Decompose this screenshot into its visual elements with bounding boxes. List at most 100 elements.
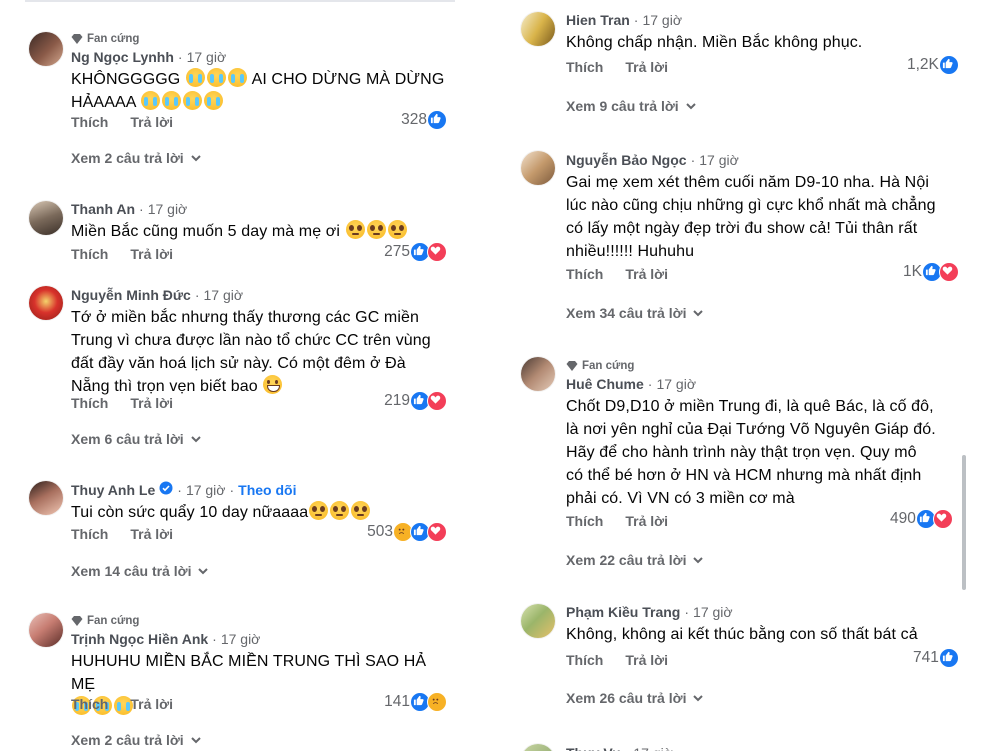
crying-emoji [183, 91, 203, 110]
like-button[interactable]: Thích [71, 696, 108, 712]
like-button[interactable]: Thích [71, 395, 108, 411]
comment-item: Nguyễn Bảo Ngọc · 17 giờ Gai mẹ xem xét … [505, 145, 1000, 335]
comment-time[interactable]: 17 giờ [642, 10, 682, 30]
avatar[interactable] [29, 201, 63, 235]
comment-time[interactable]: 17 giờ [148, 199, 188, 219]
comment-author[interactable]: Thuy Anh Le [71, 480, 155, 500]
love-reaction-icon [427, 522, 447, 542]
pleading-emoji [345, 220, 365, 239]
chevron-down-icon [190, 436, 201, 443]
view-replies-link[interactable]: Xem 2 câu trả lời [71, 732, 202, 748]
comment-author[interactable]: Nguyễn Minh Đức [71, 285, 191, 305]
comment-item: Fan cứng Huê Chume · 17 giờ Chốt D9,D10 … [505, 352, 1000, 577]
reaction-summary[interactable]: 275 [384, 242, 447, 262]
love-reaction-icon [427, 242, 447, 262]
comment-time[interactable]: 17 giờ [656, 374, 696, 394]
comment-author[interactable]: Huê Chume [566, 374, 644, 394]
sad-reaction-icon [427, 692, 447, 712]
view-replies-link[interactable]: Xem 9 câu trả lời [566, 98, 697, 114]
diamond-icon [566, 361, 578, 371]
grinning-sweat-emoji [263, 375, 283, 394]
pleading-emoji [351, 501, 371, 520]
reaction-summary[interactable]: 141 [384, 692, 447, 712]
like-reaction-icon [938, 648, 959, 668]
avatar[interactable] [521, 744, 555, 751]
comment-time[interactable]: 17 giờ [186, 480, 226, 500]
view-replies-link[interactable]: Xem 26 câu trả lời [566, 690, 704, 706]
reply-button[interactable]: Trả lời [625, 652, 668, 668]
comment-time[interactable]: 17 giờ [203, 285, 243, 305]
reply-button[interactable]: Trả lời [625, 266, 668, 282]
like-button[interactable]: Thích [566, 513, 603, 529]
view-replies-link[interactable]: Xem 6 câu trả lời [71, 431, 202, 447]
crying-emoji [204, 91, 224, 110]
comment-text: Không, không ai kết thúc bằng con số thấ… [566, 626, 918, 643]
comment-item: Thuy Anh Le · 17 giờ · Theo dõi Tui còn … [0, 478, 455, 588]
reply-button[interactable]: Trả lời [130, 696, 173, 712]
comment-item: Nguyễn Minh Đức · 17 giờ Tớ ở miền bắc n… [0, 282, 455, 457]
comment-item: Thuy Vu · 17 giờ [505, 738, 1000, 751]
comment-author[interactable]: Phạm Kiều Trang [566, 602, 680, 622]
like-button[interactable]: Thích [71, 114, 108, 130]
comment-author[interactable]: Hien Tran [566, 10, 630, 30]
reply-button[interactable]: Trả lời [625, 59, 668, 75]
comment-time[interactable]: 17 giờ [187, 47, 227, 67]
comment-author[interactable]: Thanh An [71, 199, 135, 219]
avatar[interactable] [29, 481, 63, 515]
fan-badge: Fan cứng [566, 358, 986, 374]
reply-button[interactable]: Trả lời [130, 114, 173, 130]
view-replies-link[interactable]: Xem 2 câu trả lời [71, 150, 202, 166]
comment-author[interactable]: Trịnh Ngọc Hiền Ank [71, 629, 208, 649]
love-reaction-icon [938, 262, 959, 282]
comment-item: Fan cứng Ng Ngọc Lynhh · 17 giờ KHÔNGGGG… [0, 0, 455, 180]
like-reaction-icon [427, 110, 447, 130]
reaction-summary[interactable]: 490 [890, 509, 953, 529]
comment-time[interactable]: 17 giờ [693, 602, 733, 622]
comment-text: Tớ ở miền bắc nhưng thấy thương các GC m… [71, 309, 431, 395]
like-button[interactable]: Thích [71, 526, 108, 542]
reaction-summary[interactable]: 1,2K [907, 55, 959, 75]
avatar[interactable] [521, 604, 555, 638]
reaction-summary[interactable]: 328 [401, 110, 447, 130]
comment-item: Phạm Kiều Trang · 17 giờ Không, không ai… [505, 598, 1000, 723]
reaction-summary[interactable]: 1K [903, 262, 959, 282]
fan-badge: Fan cứng [71, 31, 451, 47]
view-replies-link[interactable]: Xem 14 câu trả lời [71, 563, 209, 579]
comment-time[interactable]: 17 giờ [699, 150, 739, 170]
comment-time[interactable]: 17 giờ [221, 629, 261, 649]
diamond-icon [71, 34, 83, 44]
avatar[interactable] [29, 613, 63, 647]
reply-button[interactable]: Trả lời [130, 246, 173, 262]
comment-author[interactable]: Nguyễn Bảo Ngọc [566, 150, 687, 170]
comment-author[interactable]: Ng Ngọc Lynhh [71, 47, 174, 67]
avatar[interactable] [521, 12, 555, 46]
reply-button[interactable]: Trả lời [625, 513, 668, 529]
avatar[interactable] [29, 286, 63, 320]
comment-column-right: Hien Tran · 17 giờ Không chấp nhận. Miền… [505, 0, 1000, 751]
scrollbar[interactable] [962, 455, 966, 590]
pleading-emoji [366, 220, 386, 239]
avatar[interactable] [521, 357, 555, 391]
avatar[interactable] [521, 151, 555, 185]
reaction-summary[interactable]: 741 [913, 648, 959, 668]
comment-text: Gai mẹ xem xét thêm cuối năm D9-10 nha. … [566, 174, 936, 260]
crying-emoji [162, 91, 182, 110]
diamond-icon [71, 616, 83, 626]
view-replies-link[interactable]: Xem 34 câu trả lời [566, 305, 704, 321]
like-button[interactable]: Thích [566, 59, 603, 75]
comment-time[interactable]: 17 giờ [633, 743, 673, 751]
like-button[interactable]: Thích [71, 246, 108, 262]
like-button[interactable]: Thích [566, 652, 603, 668]
reply-button[interactable]: Trả lời [130, 526, 173, 542]
follow-button[interactable]: Theo dõi [238, 480, 296, 500]
reaction-summary[interactable]: 219 [384, 391, 447, 411]
chevron-down-icon [693, 557, 704, 564]
view-replies-link[interactable]: Xem 22 câu trả lời [566, 552, 704, 568]
verified-badge-icon [159, 481, 173, 495]
avatar[interactable] [29, 32, 63, 66]
like-button[interactable]: Thích [566, 266, 603, 282]
comment-author[interactable]: Thuy Vu [566, 743, 621, 751]
like-reaction-icon [938, 55, 959, 75]
reply-button[interactable]: Trả lời [130, 395, 173, 411]
reaction-summary[interactable]: 503 [367, 522, 447, 542]
